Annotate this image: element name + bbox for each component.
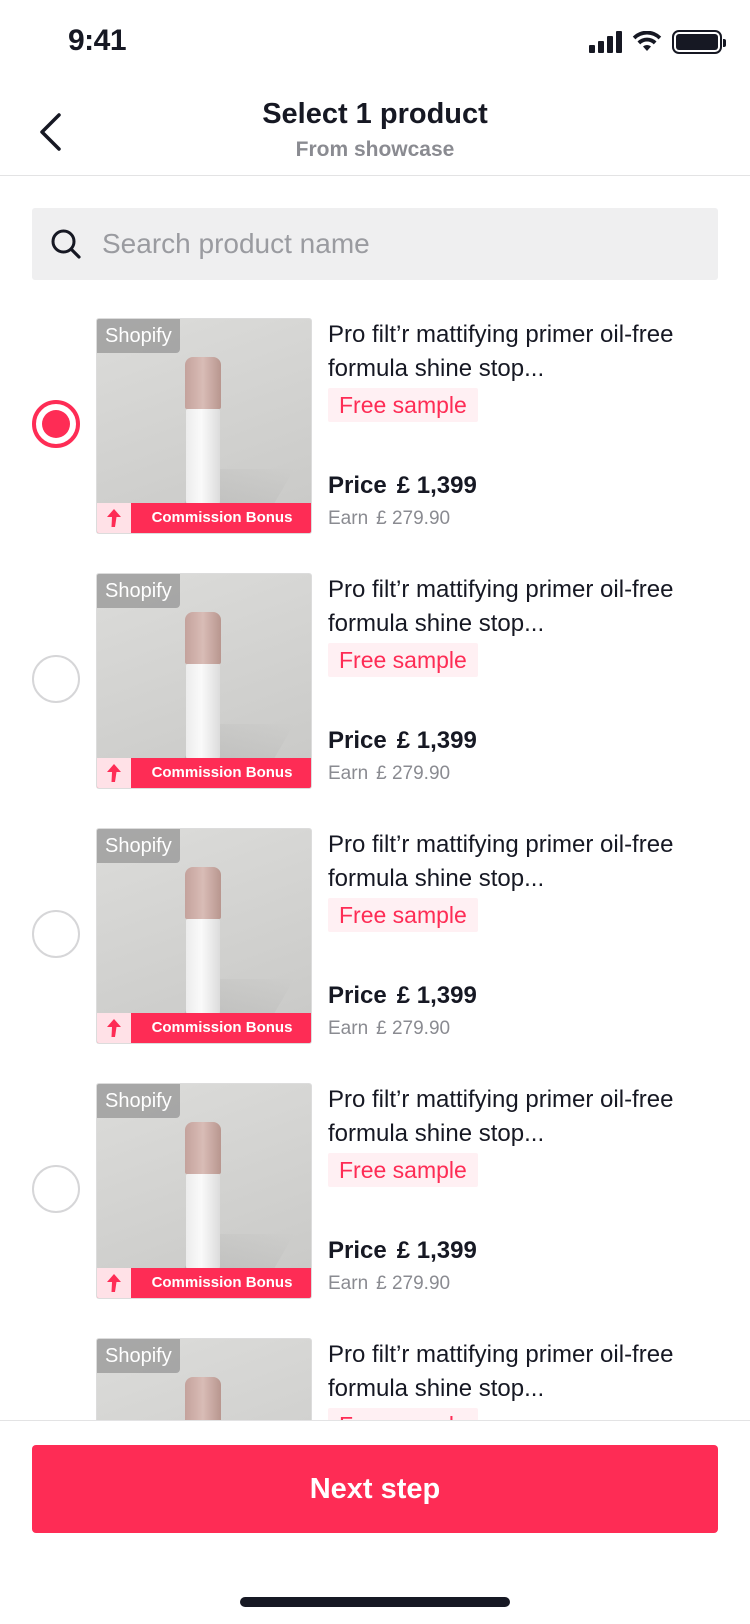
product-radio[interactable] bbox=[32, 400, 80, 448]
free-sample-badge: Free sample bbox=[328, 898, 478, 932]
commission-label: Commission Bonus bbox=[151, 509, 293, 526]
nav-header: Select 1 product From showcase bbox=[0, 90, 750, 176]
price-label: Price bbox=[328, 727, 387, 754]
price-label: Price bbox=[328, 1237, 387, 1264]
product-radio[interactable] bbox=[32, 910, 80, 958]
product-bottle-image bbox=[185, 1122, 221, 1272]
product-bottle-image bbox=[185, 867, 221, 1017]
commission-label: Commission Bonus bbox=[151, 764, 293, 781]
earn-label: Earn bbox=[328, 1273, 369, 1294]
arrow-up-icon bbox=[97, 503, 131, 533]
earn-line: Earn £ 279.90 bbox=[328, 1273, 450, 1295]
search-icon bbox=[46, 224, 86, 264]
source-tag: Shopify bbox=[97, 1084, 180, 1118]
earn-line: Earn £ 279.90 bbox=[328, 1018, 450, 1040]
search-input[interactable] bbox=[102, 228, 682, 260]
page-subtitle: From showcase bbox=[295, 138, 455, 161]
product-title: Pro filt’r mattifying primer oil-free fo… bbox=[328, 1341, 674, 1402]
price-line: Price £ 1,399 bbox=[328, 472, 477, 500]
search-bar[interactable] bbox=[32, 208, 718, 280]
price-line: Price £ 1,399 bbox=[328, 1237, 477, 1265]
arrow-up-icon bbox=[97, 1013, 131, 1043]
commission-bonus-badge: Commission Bonus bbox=[97, 1013, 311, 1043]
status-time: 9:41 bbox=[68, 24, 127, 57]
product-thumbnail: Shopify Commission Bonus bbox=[96, 1083, 312, 1299]
footer: Next step bbox=[0, 1420, 750, 1624]
price-label: Price bbox=[328, 472, 387, 499]
source-tag: Shopify bbox=[97, 319, 180, 353]
product-row[interactable]: Shopify Commission Bonus Pro filt’r matt… bbox=[0, 1338, 750, 1420]
commission-label: Commission Bonus bbox=[151, 1019, 293, 1036]
commission-bonus-badge: Commission Bonus bbox=[97, 1268, 311, 1298]
price-value: £ 1,399 bbox=[396, 727, 477, 754]
free-sample-badge: Free sample bbox=[328, 1153, 478, 1187]
page-title: Select 1 product bbox=[262, 98, 488, 130]
price-value: £ 1,399 bbox=[396, 472, 477, 499]
product-row[interactable]: Shopify Commission Bonus Pro filt’r matt… bbox=[0, 573, 750, 791]
product-title: Pro filt’r mattifying primer oil-free fo… bbox=[328, 321, 674, 382]
earn-line: Earn £ 279.90 bbox=[328, 508, 450, 530]
arrow-up-icon bbox=[97, 1268, 131, 1298]
product-title: Pro filt’r mattifying primer oil-free fo… bbox=[328, 831, 674, 892]
status-bar: 9:41 bbox=[0, 0, 750, 90]
earn-label: Earn bbox=[328, 1018, 369, 1039]
home-indicator bbox=[240, 1597, 510, 1607]
product-radio[interactable] bbox=[32, 1165, 80, 1213]
cellular-signal-icon bbox=[589, 31, 622, 53]
wifi-icon bbox=[632, 31, 662, 51]
commission-bonus-badge: Commission Bonus bbox=[97, 503, 311, 533]
free-sample-badge: Free sample bbox=[328, 1408, 478, 1420]
product-list: Shopify Commission Bonus Pro filt’r matt… bbox=[0, 318, 750, 1420]
product-radio[interactable] bbox=[32, 655, 80, 703]
product-title: Pro filt’r mattifying primer oil-free fo… bbox=[328, 576, 674, 637]
earn-value: £ 279.90 bbox=[376, 508, 451, 529]
commission-label: Commission Bonus bbox=[151, 1274, 293, 1291]
product-title: Pro filt’r mattifying primer oil-free fo… bbox=[328, 1086, 674, 1147]
source-tag: Shopify bbox=[97, 829, 180, 863]
product-thumbnail: Shopify Commission Bonus bbox=[96, 573, 312, 789]
price-value: £ 1,399 bbox=[396, 1237, 477, 1264]
product-thumbnail: Shopify Commission Bonus bbox=[96, 828, 312, 1044]
commission-bonus-badge: Commission Bonus bbox=[97, 758, 311, 788]
product-row[interactable]: Shopify Commission Bonus Pro filt’r matt… bbox=[0, 1083, 750, 1301]
earn-label: Earn bbox=[328, 508, 369, 529]
next-step-button[interactable]: Next step bbox=[32, 1445, 718, 1533]
product-bottle-image bbox=[185, 357, 221, 507]
price-line: Price £ 1,399 bbox=[328, 982, 477, 1010]
earn-label: Earn bbox=[328, 763, 369, 784]
product-row[interactable]: Shopify Commission Bonus Pro filt’r matt… bbox=[0, 828, 750, 1046]
product-bottle-image bbox=[185, 1377, 221, 1420]
arrow-up-icon bbox=[97, 758, 131, 788]
free-sample-badge: Free sample bbox=[328, 643, 478, 677]
product-thumbnail: Shopify Commission Bonus bbox=[96, 1338, 312, 1420]
product-thumbnail: Shopify Commission Bonus bbox=[96, 318, 312, 534]
free-sample-badge: Free sample bbox=[328, 388, 478, 422]
source-tag: Shopify bbox=[97, 1339, 180, 1373]
battery-icon bbox=[672, 30, 726, 54]
earn-value: £ 279.90 bbox=[376, 1273, 451, 1294]
price-label: Price bbox=[328, 982, 387, 1009]
product-bottle-image bbox=[185, 612, 221, 762]
status-icons bbox=[589, 30, 726, 54]
price-line: Price £ 1,399 bbox=[328, 727, 477, 755]
earn-value: £ 279.90 bbox=[376, 763, 451, 784]
product-row[interactable]: Shopify Commission Bonus Pro filt’r matt… bbox=[0, 318, 750, 536]
price-value: £ 1,399 bbox=[396, 982, 477, 1009]
earn-line: Earn £ 279.90 bbox=[328, 763, 450, 785]
earn-value: £ 279.90 bbox=[376, 1018, 451, 1039]
source-tag: Shopify bbox=[97, 574, 180, 608]
